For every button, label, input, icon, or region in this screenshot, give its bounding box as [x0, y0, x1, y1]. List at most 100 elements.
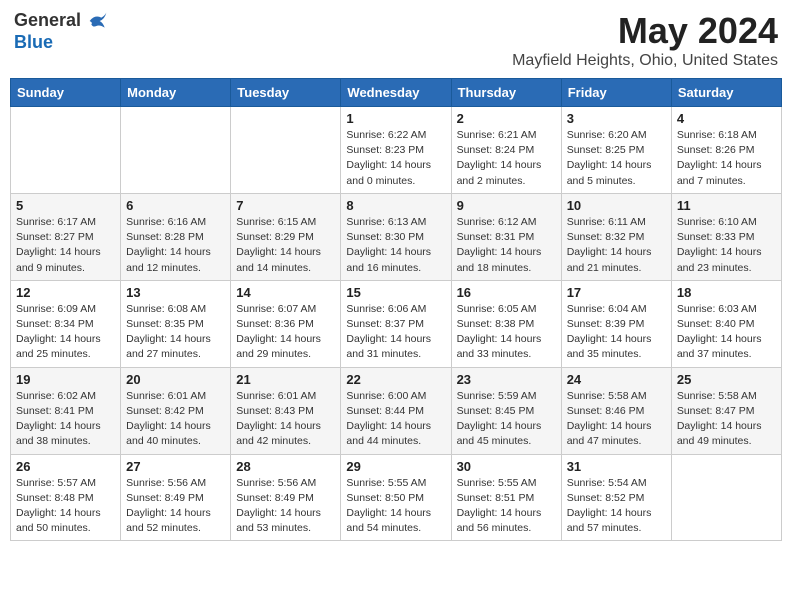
day-number: 19 [16, 372, 115, 387]
day-number: 12 [16, 285, 115, 300]
day-info: Sunrise: 6:16 AMSunset: 8:28 PMDaylight:… [126, 215, 225, 276]
day-info: Sunrise: 6:02 AMSunset: 8:41 PMDaylight:… [16, 389, 115, 450]
day-info: Sunrise: 6:05 AMSunset: 8:38 PMDaylight:… [457, 302, 556, 363]
weekday-header: Monday [121, 79, 231, 107]
logo-blue: Blue [14, 32, 53, 52]
day-number: 7 [236, 198, 335, 213]
day-number: 24 [567, 372, 666, 387]
day-info: Sunrise: 6:03 AMSunset: 8:40 PMDaylight:… [677, 302, 776, 363]
calendar-cell: 4 Sunrise: 6:18 AMSunset: 8:26 PMDaylight… [671, 107, 781, 194]
day-info: Sunrise: 6:01 AMSunset: 8:43 PMDaylight:… [236, 389, 335, 450]
day-info: Sunrise: 6:18 AMSunset: 8:26 PMDaylight:… [677, 128, 776, 189]
calendar-cell: 8Sunrise: 6:13 AMSunset: 8:30 PMDaylight… [341, 193, 451, 280]
day-number: 15 [346, 285, 445, 300]
calendar-cell: 28Sunrise: 5:56 AMSunset: 8:49 PMDayligh… [231, 454, 341, 541]
day-number: 23 [457, 372, 556, 387]
day-number: 26 [16, 459, 115, 474]
calendar-cell [121, 107, 231, 194]
day-info: Sunrise: 6:06 AMSunset: 8:37 PMDaylight:… [346, 302, 445, 363]
day-number: 13 [126, 285, 225, 300]
day-number: 11 [677, 198, 776, 213]
day-number: 10 [567, 198, 666, 213]
day-info: Sunrise: 6:11 AMSunset: 8:32 PMDaylight:… [567, 215, 666, 276]
logo-bird-icon [88, 11, 108, 31]
calendar-cell: 7 Sunrise: 6:15 AMSunset: 8:29 PMDaylight… [231, 193, 341, 280]
weekday-header: Tuesday [231, 79, 341, 107]
day-info: Sunrise: 5:56 AMSunset: 8:49 PMDaylight:… [236, 476, 335, 537]
calendar-cell: 31Sunrise: 5:54 AMSunset: 8:52 PMDayligh… [561, 454, 671, 541]
calendar-cell: 11Sunrise: 6:10 AMSunset: 8:33 PMDayligh… [671, 193, 781, 280]
calendar-cell: 16 Sunrise: 6:05 AMSunset: 8:38 PMDayligh… [451, 280, 561, 367]
day-info: Sunrise: 6:00 AMSunset: 8:44 PMDaylight:… [346, 389, 445, 450]
calendar-header: SundayMondayTuesdayWednesdayThursdayFrid… [11, 79, 782, 107]
day-info: Sunrise: 5:56 AMSunset: 8:49 PMDaylight:… [126, 476, 225, 537]
calendar-cell: 19 Sunrise: 6:02 AMSunset: 8:41 PMDayligh… [11, 367, 121, 454]
calendar-cell: 9Sunrise: 6:12 AMSunset: 8:31 PMDaylight… [451, 193, 561, 280]
day-info: Sunrise: 5:54 AMSunset: 8:52 PMDaylight:… [567, 476, 666, 537]
day-info: Sunrise: 5:58 AMSunset: 8:46 PMDaylight:… [567, 389, 666, 450]
day-info: Sunrise: 6:17 AMSunset: 8:27 PMDaylight:… [16, 215, 115, 276]
day-number: 2 [457, 111, 556, 126]
day-number: 3 [567, 111, 666, 126]
calendar-cell: 22 Sunrise: 6:00 AMSunset: 8:44 PMDayligh… [341, 367, 451, 454]
day-number: 18 [677, 285, 776, 300]
day-number: 14 [236, 285, 335, 300]
day-info: Sunrise: 6:22 AMSunset: 8:23 PMDaylight:… [346, 128, 445, 189]
day-number: 25 [677, 372, 776, 387]
calendar-cell: 5 Sunrise: 6:17 AMSunset: 8:27 PMDaylight… [11, 193, 121, 280]
day-info: Sunrise: 6:13 AMSunset: 8:30 PMDaylight:… [346, 215, 445, 276]
weekday-header: Saturday [671, 79, 781, 107]
calendar-cell: 15 Sunrise: 6:06 AMSunset: 8:37 PMDayligh… [341, 280, 451, 367]
day-number: 27 [126, 459, 225, 474]
day-info: Sunrise: 6:21 AMSunset: 8:24 PMDaylight:… [457, 128, 556, 189]
calendar-cell: 27 Sunrise: 5:56 AMSunset: 8:49 PMDayligh… [121, 454, 231, 541]
day-info: Sunrise: 6:07 AMSunset: 8:36 PMDaylight:… [236, 302, 335, 363]
day-number: 29 [346, 459, 445, 474]
day-info: Sunrise: 6:15 AMSunset: 8:29 PMDaylight:… [236, 215, 335, 276]
calendar-cell [671, 454, 781, 541]
calendar-week-row: 1Sunrise: 6:22 AMSunset: 8:23 PMDaylight… [11, 107, 782, 194]
day-number: 6 [126, 198, 225, 213]
calendar-cell [231, 107, 341, 194]
day-info: Sunrise: 5:58 AMSunset: 8:47 PMDaylight:… [677, 389, 776, 450]
calendar-week-row: 19 Sunrise: 6:02 AMSunset: 8:41 PMDayligh… [11, 367, 782, 454]
day-number: 20 [126, 372, 225, 387]
day-info: Sunrise: 5:55 AMSunset: 8:51 PMDaylight:… [457, 476, 556, 537]
calendar-cell: 17Sunrise: 6:04 AMSunset: 8:39 PMDayligh… [561, 280, 671, 367]
calendar-cell: 2 Sunrise: 6:21 AMSunset: 8:24 PMDaylight… [451, 107, 561, 194]
day-number: 4 [677, 111, 776, 126]
day-number: 5 [16, 198, 115, 213]
day-info: Sunrise: 6:04 AMSunset: 8:39 PMDaylight:… [567, 302, 666, 363]
calendar-cell: 21Sunrise: 6:01 AMSunset: 8:43 PMDayligh… [231, 367, 341, 454]
day-number: 22 [346, 372, 445, 387]
calendar-cell: 1Sunrise: 6:22 AMSunset: 8:23 PMDaylight… [341, 107, 451, 194]
calendar-week-row: 26 Sunrise: 5:57 AMSunset: 8:48 PMDayligh… [11, 454, 782, 541]
weekday-header: Thursday [451, 79, 561, 107]
day-info: Sunrise: 6:09 AMSunset: 8:34 PMDaylight:… [16, 302, 115, 363]
calendar-week-row: 12 Sunrise: 6:09 AMSunset: 8:34 PMDayligh… [11, 280, 782, 367]
calendar-cell: 30 Sunrise: 5:55 AMSunset: 8:51 PMDayligh… [451, 454, 561, 541]
day-info: Sunrise: 5:59 AMSunset: 8:45 PMDaylight:… [457, 389, 556, 450]
calendar-cell [11, 107, 121, 194]
logo-general: General [14, 10, 81, 30]
subtitle: Mayfield Heights, Ohio, United States [512, 52, 778, 70]
day-info: Sunrise: 5:57 AMSunset: 8:48 PMDaylight:… [16, 476, 115, 537]
calendar-cell: 3 Sunrise: 6:20 AMSunset: 8:25 PMDaylight… [561, 107, 671, 194]
calendar-cell: 10 Sunrise: 6:11 AMSunset: 8:32 PMDayligh… [561, 193, 671, 280]
day-number: 16 [457, 285, 556, 300]
day-number: 9 [457, 198, 556, 213]
day-info: Sunrise: 5:55 AMSunset: 8:50 PMDaylight:… [346, 476, 445, 537]
calendar-cell: 20Sunrise: 6:01 AMSunset: 8:42 PMDayligh… [121, 367, 231, 454]
calendar-cell: 12 Sunrise: 6:09 AMSunset: 8:34 PMDayligh… [11, 280, 121, 367]
calendar-cell: 23 Sunrise: 5:59 AMSunset: 8:45 PMDayligh… [451, 367, 561, 454]
calendar-cell: 29 Sunrise: 5:55 AMSunset: 8:50 PMDayligh… [341, 454, 451, 541]
calendar-cell: 6 Sunrise: 6:16 AMSunset: 8:28 PMDaylight… [121, 193, 231, 280]
day-info: Sunrise: 6:08 AMSunset: 8:35 PMDaylight:… [126, 302, 225, 363]
day-number: 30 [457, 459, 556, 474]
calendar-cell: 26 Sunrise: 5:57 AMSunset: 8:48 PMDayligh… [11, 454, 121, 541]
day-info: Sunrise: 6:20 AMSunset: 8:25 PMDaylight:… [567, 128, 666, 189]
calendar-cell: 14 Sunrise: 6:07 AMSunset: 8:36 PMDayligh… [231, 280, 341, 367]
weekday-header: Wednesday [341, 79, 451, 107]
calendar-cell: 25 Sunrise: 5:58 AMSunset: 8:47 PMDayligh… [671, 367, 781, 454]
main-title: May 2024 [512, 10, 778, 52]
